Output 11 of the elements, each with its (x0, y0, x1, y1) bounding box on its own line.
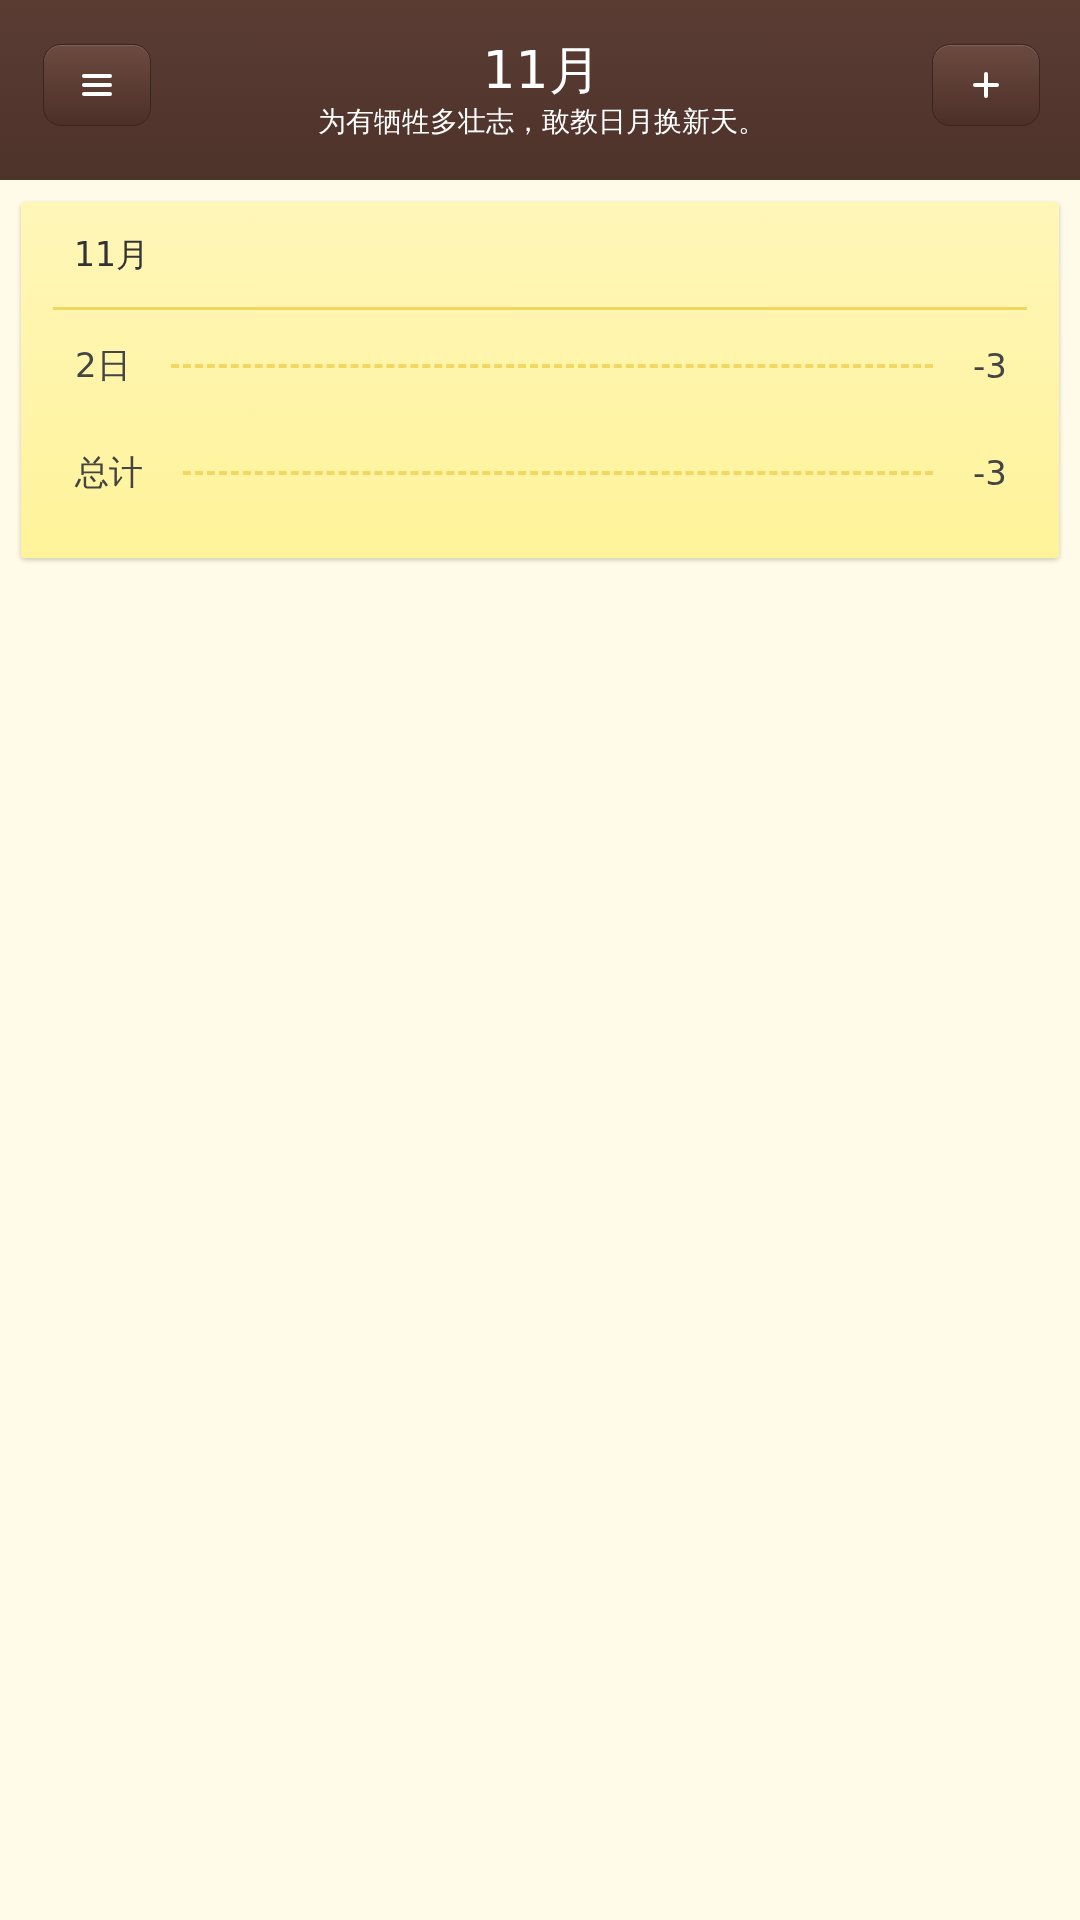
menu-button[interactable] (43, 44, 151, 126)
header-subtitle: 为有牺牲多壮志，敢教日月换新天。 (317, 104, 766, 140)
row-label: 2日 (75, 344, 131, 387)
header-title: 11月 (482, 39, 601, 102)
menu-icon (80, 72, 114, 98)
card-title: 11月 (53, 202, 1027, 310)
add-button[interactable] (932, 44, 1040, 126)
row-label: 总计 (75, 451, 143, 494)
plus-icon (972, 71, 1000, 99)
row-value: -3 (973, 453, 1007, 493)
row-value: -3 (973, 346, 1007, 386)
